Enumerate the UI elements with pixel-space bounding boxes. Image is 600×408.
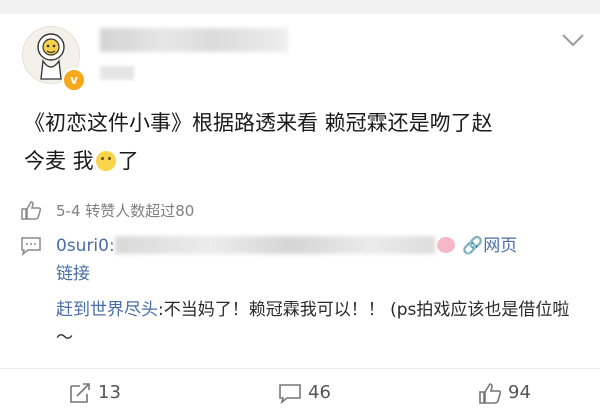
hungry-emoji-icon xyxy=(95,151,116,171)
post-content: 《初恋这件小事》根据路透来看 赖冠霖还是吻了赵 今麦 我了 xyxy=(24,104,584,180)
top-strip xyxy=(0,0,600,14)
thumbs-up-icon xyxy=(479,383,502,404)
post-text-line2: 今麦 我了 xyxy=(24,142,584,180)
action-bar: 13 46 94 xyxy=(0,378,600,408)
post-text-line1: 《初恋这件小事》根据路透来看 赖冠霖还是吻了赵 xyxy=(24,111,493,135)
web-link-label-wrap[interactable]: 链接 xyxy=(56,264,90,284)
repost-count: 13 xyxy=(98,382,121,403)
repost-icon xyxy=(70,383,90,403)
comment-item: 0suri0: 🔗网页 链接 xyxy=(56,232,586,288)
post-text-part: 今麦 我 xyxy=(24,149,94,173)
comment-icon xyxy=(21,237,41,256)
timestamp-blurred xyxy=(100,66,134,80)
comment-text-blurred xyxy=(114,236,435,254)
web-link-label[interactable]: 网页 xyxy=(483,236,517,256)
link-icon: 🔗 xyxy=(462,236,484,256)
comment-username[interactable]: 0suri0: xyxy=(56,236,115,256)
comment-count: 46 xyxy=(308,382,331,403)
verified-badge: v xyxy=(62,68,86,92)
comment-icon xyxy=(279,384,301,404)
divider xyxy=(0,368,600,369)
like-count: 94 xyxy=(508,382,531,403)
thumbs-up-icon xyxy=(21,201,42,220)
pig-emoji-icon xyxy=(436,237,455,253)
post-text-part: 了 xyxy=(117,149,139,173)
chevron-down-icon[interactable] xyxy=(560,32,586,48)
comment-username[interactable]: 赶到世界尽头 xyxy=(56,300,158,320)
username-blurred[interactable] xyxy=(100,28,288,52)
comment-item: 赶到世界尽头:不当妈了！赖冠霖我可以！！ (ps拍戏应该也是借位啦～ xyxy=(56,296,576,352)
meta-text: 5-4 转赞人数超过80 xyxy=(56,202,195,220)
